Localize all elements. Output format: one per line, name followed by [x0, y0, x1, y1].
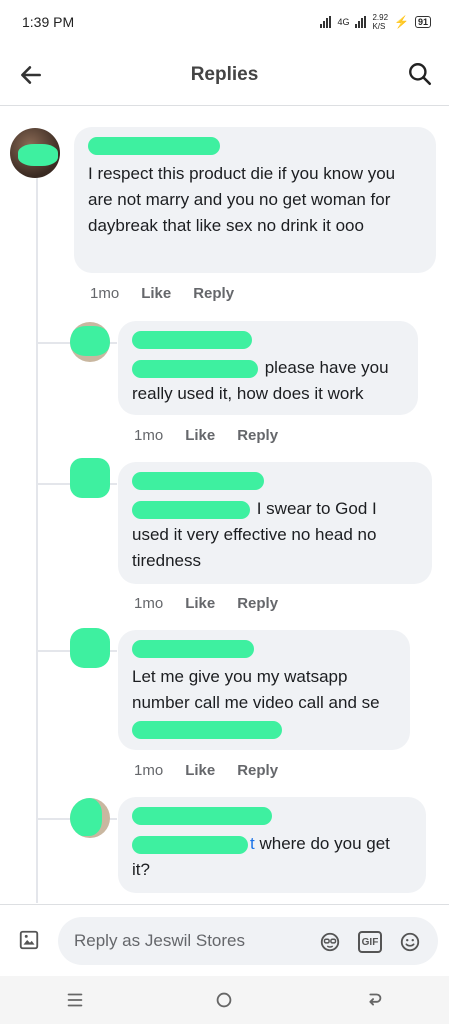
status-bar: 1:39 PM 4G 2.92 K/S ⚡ 91: [0, 0, 449, 44]
reply-bubble: I swear to God I used it very effective …: [118, 462, 432, 584]
avatar[interactable]: [70, 322, 110, 362]
avatar-sticker-icon[interactable]: [318, 931, 342, 953]
back-icon[interactable]: [363, 989, 385, 1011]
thread-line: [36, 178, 38, 903]
gif-button[interactable]: GIF: [358, 931, 382, 953]
home-icon[interactable]: [213, 989, 235, 1011]
mention-redacted[interactable]: [132, 500, 250, 519]
signal-icon: [320, 16, 332, 28]
charging-icon: ⚡: [394, 15, 409, 29]
reply-actions: 1mo Like Reply: [134, 762, 278, 779]
commenter-name-redacted[interactable]: [132, 807, 272, 825]
status-icons: 4G 2.92 K/S ⚡ 91: [320, 13, 431, 31]
photo-icon[interactable]: [18, 929, 40, 951]
emoji-icon[interactable]: [398, 931, 422, 953]
system-nav-bar: [0, 976, 449, 1024]
like-button[interactable]: Like: [185, 762, 215, 779]
like-button[interactable]: Like: [185, 427, 215, 444]
commenter-name-redacted[interactable]: [88, 137, 220, 155]
reply-time: 1mo: [134, 427, 164, 444]
commenter-name-redacted[interactable]: [132, 640, 254, 658]
data-speed: 2.92 K/S: [372, 13, 389, 31]
reply-time: 1mo: [134, 762, 164, 779]
comment-time: 1mo: [90, 285, 120, 302]
mention-redacted[interactable]: [132, 359, 258, 378]
reply-button[interactable]: Reply: [237, 762, 278, 779]
comment-text: I respect this product die if you know y…: [88, 164, 396, 235]
commenter-name-redacted[interactable]: [132, 331, 252, 349]
reply-bubble: please have you really used it, how does…: [118, 321, 418, 415]
commenter-name-redacted[interactable]: [132, 472, 264, 490]
avatar[interactable]: [70, 628, 110, 668]
mention-redacted[interactable]: [132, 835, 248, 854]
like-button[interactable]: Like: [141, 285, 171, 302]
reply-actions: 1mo Like Reply: [134, 427, 278, 444]
network-type: 4G: [337, 17, 350, 27]
comment-actions: 1mo Like Reply: [90, 285, 234, 302]
reply-button[interactable]: Reply: [237, 427, 278, 444]
number-redacted: [132, 720, 282, 739]
comment-bubble: I respect this product die if you know y…: [74, 127, 436, 273]
avatar[interactable]: [70, 798, 110, 838]
reply-actions: 1mo Like Reply: [134, 595, 278, 612]
reply-time: 1mo: [134, 595, 164, 612]
menu-icon[interactable]: [64, 989, 86, 1011]
reply-bubble: t where do you get it?: [118, 797, 426, 893]
avatar[interactable]: [70, 458, 110, 498]
page-title: Replies: [190, 63, 259, 85]
header: Replies: [0, 44, 449, 106]
reply-composer: GIF: [0, 904, 449, 976]
status-time: 1:39 PM: [22, 14, 75, 30]
reply-text: Let me give you my watsapp number call m…: [132, 667, 380, 712]
signal-icon-2: [355, 16, 367, 28]
reply-button[interactable]: Reply: [237, 595, 278, 612]
reply-button[interactable]: Reply: [193, 285, 234, 302]
like-button[interactable]: Like: [185, 595, 215, 612]
back-arrow-icon[interactable]: [18, 62, 44, 88]
reply-bubble: Let me give you my watsapp number call m…: [118, 630, 410, 750]
battery-icon: 91: [414, 16, 431, 28]
search-icon[interactable]: [407, 61, 433, 87]
avatar[interactable]: [10, 128, 60, 178]
